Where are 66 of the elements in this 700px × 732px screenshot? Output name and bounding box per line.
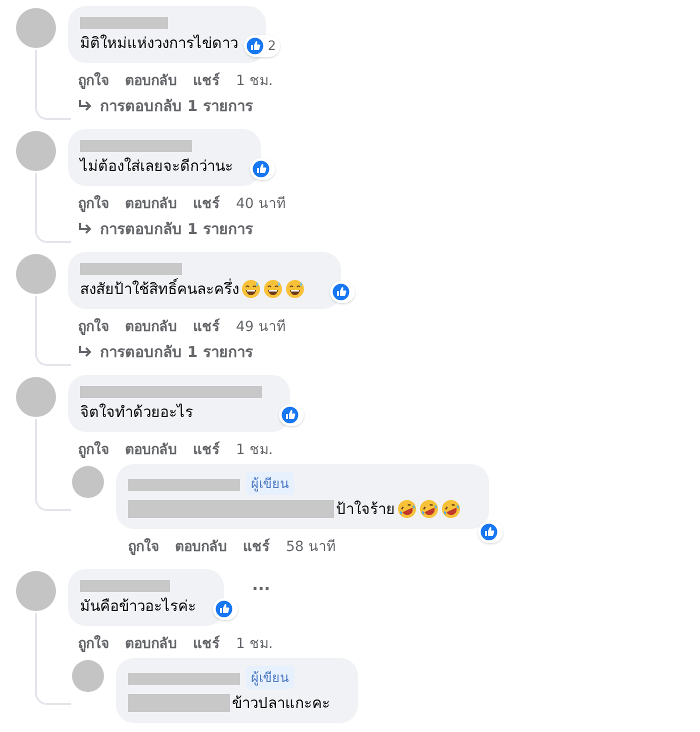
grinning-sweat-emoji-icon [263, 279, 283, 299]
comment-action-link[interactable]: แชร์ [193, 315, 220, 337]
comment-action-link[interactable]: แชร์ [193, 438, 220, 460]
reaction-badge[interactable] [213, 598, 238, 620]
comment-text: ป้าใจร้าย [336, 499, 395, 519]
avatar[interactable] [16, 377, 56, 417]
reaction-badge[interactable] [250, 158, 275, 180]
author-badge: ผู้เขียน [246, 472, 294, 495]
like-icon [479, 522, 499, 542]
laughing-tears-emoji-icon [419, 499, 439, 519]
view-replies-link[interactable]: การตอบกลับ 1 รายการ [78, 341, 700, 363]
comment-text: มิติใหม่แห่งวงการไข่ดาว [80, 33, 238, 53]
reaction-badge[interactable]: 2 [244, 35, 280, 57]
reaction-badge[interactable] [279, 404, 304, 426]
laughing-tears-emoji-icon [441, 499, 461, 519]
like-icon [331, 282, 351, 302]
laughing-tears-emoji-icon [397, 499, 417, 519]
like-icon [244, 36, 265, 56]
comment-action-link[interactable]: ถูกใจ [78, 192, 109, 214]
comment-action-link[interactable]: ถูกใจ [78, 315, 109, 337]
view-replies-link[interactable]: การตอบกลับ 1 รายการ [78, 95, 700, 117]
comment-action-link[interactable]: ถูกใจ [128, 535, 159, 557]
reply-arrow-icon [78, 100, 92, 112]
comment-action-link[interactable]: ตอบกลับ [125, 69, 177, 91]
comment-time[interactable]: 1 ชม. [236, 632, 273, 654]
avatar[interactable] [72, 466, 104, 498]
comment-time[interactable]: 1 ชม. [236, 438, 273, 460]
like-icon [214, 599, 234, 619]
comment-action-link[interactable]: ถูกใจ [78, 632, 109, 654]
comment-time[interactable]: 40 นาที [236, 192, 286, 214]
reaction-badge[interactable] [330, 281, 355, 303]
reaction-badge[interactable] [478, 521, 503, 543]
avatar[interactable] [16, 8, 56, 48]
avatar[interactable] [16, 131, 56, 171]
comment-action-link[interactable]: ตอบกลับ [125, 438, 177, 460]
comment-action-link[interactable]: ตอบกลับ [125, 632, 177, 654]
grinning-sweat-emoji-icon [241, 279, 261, 299]
more-options-button[interactable]: ... [252, 575, 270, 594]
grinning-sweat-emoji-icon [285, 279, 305, 299]
avatar[interactable] [72, 660, 104, 692]
comment-action-link[interactable]: แชร์ [243, 535, 270, 557]
comment-action-link[interactable]: ถูกใจ [78, 69, 109, 91]
comment-text: มันคือข้าวอะไรค่ะ [80, 596, 196, 616]
reply-arrow-icon [78, 223, 92, 235]
comment-action-link[interactable]: ตอบกลับ [125, 192, 177, 214]
avatar[interactable] [16, 254, 56, 294]
comment-action-link[interactable]: แชร์ [193, 632, 220, 654]
comment-time[interactable]: 1 ชม. [236, 69, 273, 91]
avatar[interactable] [16, 571, 56, 611]
comment-action-link[interactable]: ตอบกลับ [125, 315, 177, 337]
comment-time[interactable]: 58 นาที [286, 535, 336, 557]
reaction-count: 2 [268, 38, 276, 54]
comment-action-link[interactable]: แชร์ [193, 69, 220, 91]
comment-text: สงสัยป้าใช้สิทธิ์คนละครึ่ง [80, 279, 239, 299]
like-icon [251, 159, 271, 179]
comment-action-link[interactable]: ถูกใจ [78, 438, 109, 460]
view-replies-link[interactable]: การตอบกลับ 1 รายการ [78, 218, 700, 240]
comment-text: ไม่ต้องใส่เลยจะดีกว่านะ [80, 156, 233, 176]
like-icon [280, 405, 300, 425]
comment-action-link[interactable]: ตอบกลับ [175, 535, 227, 557]
comment-text: จิตใจทำด้วยอะไร [80, 402, 193, 422]
comment-text: ข้าวปลาแกะคะ [232, 693, 330, 713]
comment-time[interactable]: 49 นาที [236, 315, 286, 337]
author-badge: ผู้เขียน [246, 666, 294, 689]
comment-action-link[interactable]: แชร์ [193, 192, 220, 214]
reply-arrow-icon [78, 346, 92, 358]
